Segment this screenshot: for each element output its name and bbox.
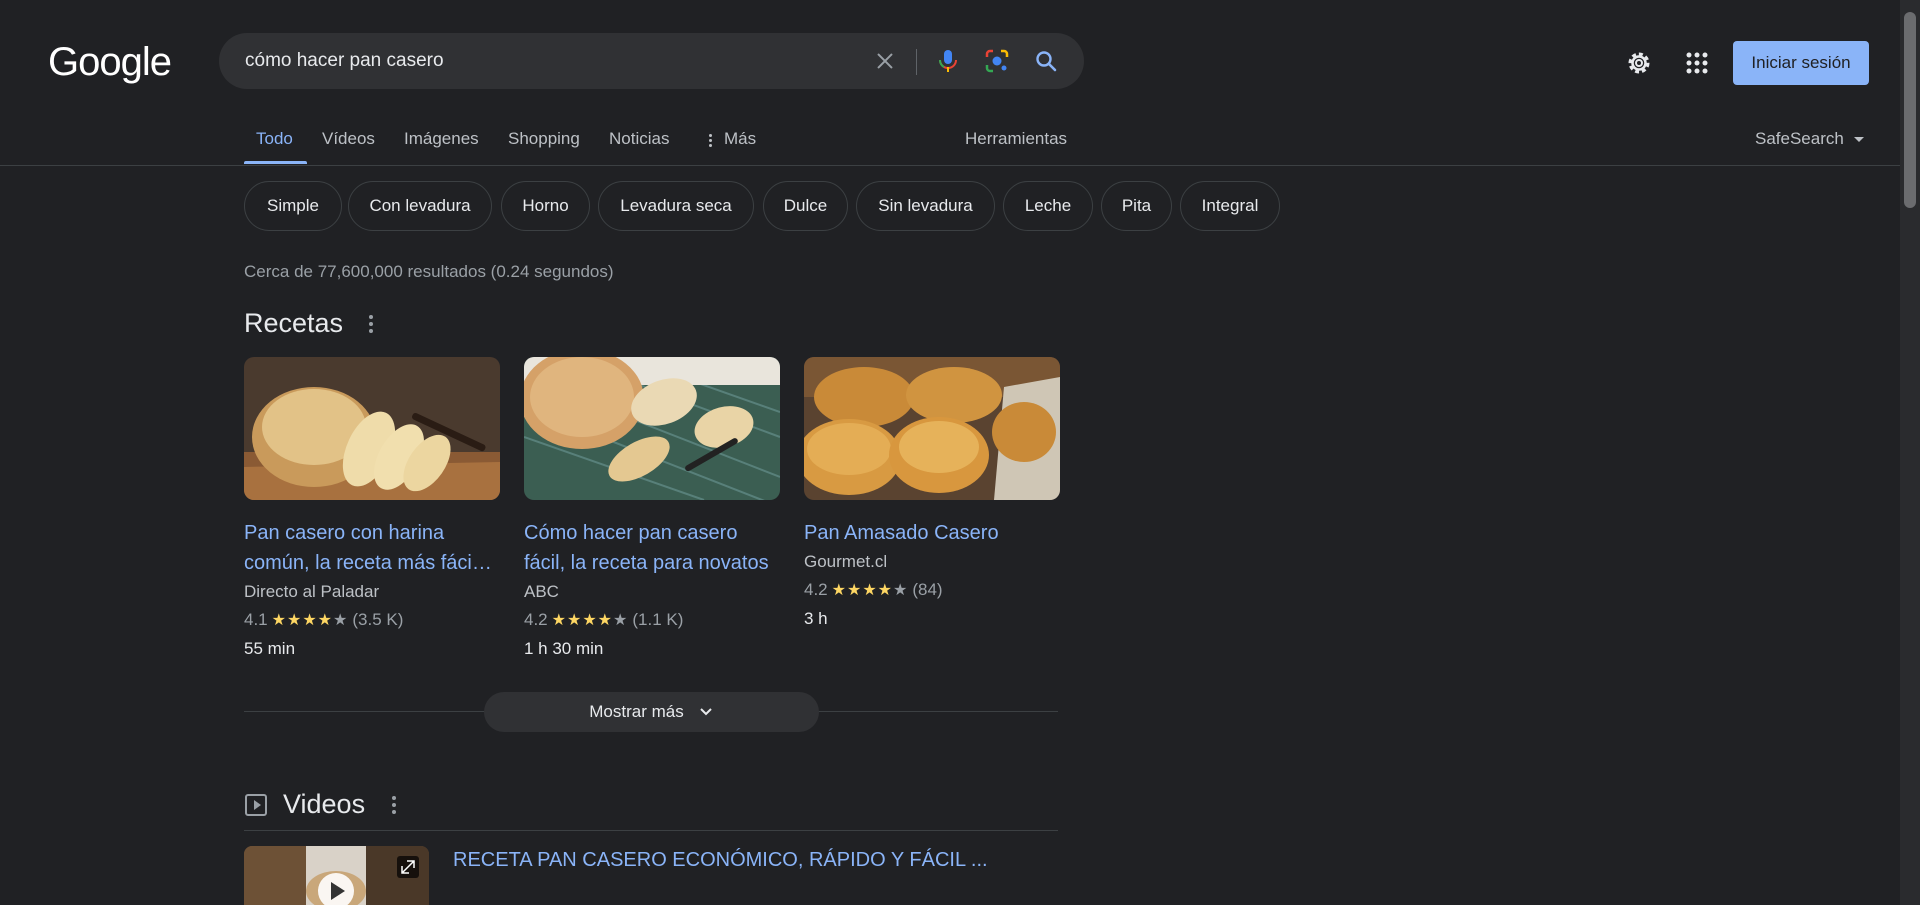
- show-more-label: Mostrar más: [589, 702, 684, 721]
- video-result-title[interactable]: RECETA PAN CASERO ECONÓMICO, RÁPIDO Y FÁ…: [453, 849, 988, 872]
- chip-pita[interactable]: Pita: [1101, 181, 1172, 231]
- microphone-icon[interactable]: [932, 45, 964, 77]
- search-input[interactable]: cómo hacer pan casero: [245, 50, 444, 72]
- search-icon[interactable]: [1030, 45, 1062, 77]
- chip-dulce[interactable]: Dulce: [763, 181, 848, 231]
- recipe-source: Gourmet.cl: [804, 552, 888, 571]
- page-scrollbar[interactable]: [1900, 0, 1920, 905]
- recipe-image-sliced-bread[interactable]: [524, 357, 780, 500]
- tools-button[interactable]: Herramientas: [965, 129, 1067, 149]
- rating-value: 4.1: [244, 610, 268, 629]
- recipes-more-options-icon[interactable]: [361, 314, 381, 334]
- more-dots-icon[interactable]: [705, 131, 715, 149]
- star-rating-icon: ★★★★★: [551, 612, 629, 629]
- clear-icon[interactable]: [869, 45, 901, 77]
- tab-videos[interactable]: Vídeos: [322, 129, 375, 149]
- chip-con-levadura[interactable]: Con levadura: [348, 181, 492, 231]
- videos-divider: [244, 830, 1058, 831]
- recipe-time: 1 h 30 min: [524, 639, 604, 658]
- safesearch-label: SafeSearch: [1755, 129, 1844, 148]
- videos-more-options-icon[interactable]: [384, 795, 404, 815]
- video-play-icon: [245, 794, 267, 816]
- signin-button[interactable]: Iniciar sesión: [1733, 41, 1869, 85]
- tab-imagenes[interactable]: Imágenes: [404, 129, 479, 149]
- video-thumbnail[interactable]: [244, 846, 429, 905]
- search-divider: [916, 49, 917, 75]
- recipe-source: Directo al Paladar: [244, 582, 380, 601]
- recipe-card[interactable]: Pan casero con harina común, la receta m…: [244, 357, 500, 659]
- active-tab-indicator: [244, 161, 307, 164]
- recipe-rating: 4.1 ★★★★★ (3.5 K): [244, 610, 500, 630]
- recipe-time: 3 h: [804, 609, 828, 628]
- safesearch-menu[interactable]: SafeSearch: [1755, 129, 1864, 149]
- tab-shopping[interactable]: Shopping: [508, 129, 580, 149]
- recipe-image-bread-loaf[interactable]: [244, 357, 500, 500]
- star-rating-icon: ★★★★★: [271, 612, 349, 629]
- apps-grid-icon[interactable]: [1680, 46, 1714, 80]
- recipe-title[interactable]: Pan casero con harina común, la receta m…: [244, 518, 500, 578]
- settings-gear-icon[interactable]: [1622, 46, 1656, 80]
- google-results-page: Google cómo hacer pan casero Iniciar ses…: [0, 0, 1920, 905]
- star-rating-icon: ★★★★★: [831, 582, 909, 599]
- tab-todo[interactable]: Todo: [256, 129, 293, 149]
- chip-simple[interactable]: Simple: [244, 181, 342, 231]
- recipe-time: 55 min: [244, 639, 296, 658]
- review-count: (1.1 K): [632, 610, 684, 629]
- chevron-down-icon: [700, 708, 712, 716]
- tabs-divider: [0, 165, 1900, 166]
- chip-leche[interactable]: Leche: [1003, 181, 1093, 231]
- chip-integral[interactable]: Integral: [1180, 181, 1280, 231]
- recipe-title[interactable]: Pan Amasado Casero: [804, 518, 1060, 548]
- recipe-rating: 4.2 ★★★★★ (1.1 K): [524, 610, 780, 630]
- recipe-image-bread-rolls[interactable]: [804, 357, 1060, 500]
- videos-heading: Videos: [283, 789, 366, 819]
- review-count: (3.5 K): [352, 610, 404, 629]
- chevron-down-icon: [1853, 137, 1864, 143]
- lens-icon[interactable]: [981, 45, 1013, 77]
- show-more-button[interactable]: Mostrar más: [484, 692, 819, 732]
- tab-mas[interactable]: Más: [724, 129, 756, 149]
- scrollbar-thumb[interactable]: [1904, 12, 1916, 208]
- recipes-heading: Recetas: [244, 308, 344, 338]
- rating-value: 4.2: [524, 610, 548, 629]
- review-count: (84): [912, 580, 943, 599]
- result-stats: Cerca de 77,600,000 resultados (0.24 seg…: [244, 262, 614, 281]
- recipe-rating: 4.2 ★★★★★ (84): [804, 580, 1060, 600]
- rating-value: 4.2: [804, 580, 828, 599]
- google-logo[interactable]: Google: [48, 40, 172, 85]
- chip-sin-levadura[interactable]: Sin levadura: [856, 181, 995, 231]
- recipe-title[interactable]: Cómo hacer pan casero fácil, la receta p…: [524, 518, 780, 578]
- recipe-source: ABC: [524, 582, 559, 601]
- chip-horno[interactable]: Horno: [501, 181, 590, 231]
- tab-noticias[interactable]: Noticias: [609, 129, 669, 149]
- recipe-card[interactable]: Cómo hacer pan casero fácil, la receta p…: [524, 357, 780, 659]
- search-box[interactable]: cómo hacer pan casero: [219, 33, 1084, 89]
- chip-levadura-seca[interactable]: Levadura seca: [598, 181, 754, 231]
- recipe-card[interactable]: Pan Amasado Casero Gourmet.cl 4.2 ★★★★★ …: [804, 357, 1060, 629]
